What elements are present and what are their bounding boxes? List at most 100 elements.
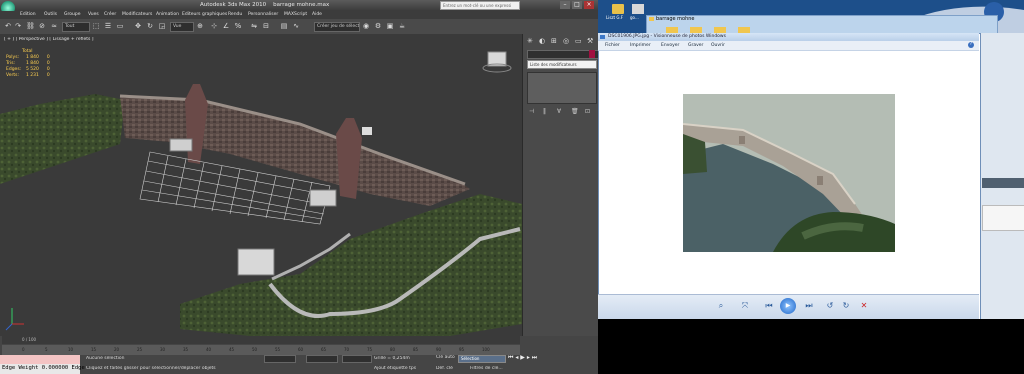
previous-photo-icon[interactable]: ⏮ <box>762 300 776 312</box>
menu-graver[interactable]: Graver <box>688 41 703 50</box>
selection-filter-dropdown[interactable]: Tout <box>62 22 90 32</box>
play-icon[interactable]: ▶ <box>520 354 525 361</box>
maxscript-output: Edge Weight 0.000000 Edge <box>2 365 85 371</box>
menu-fichier[interactable]: Fichier <box>605 41 620 50</box>
max-search-input[interactable]: Entrez un mot-clé ou une expressi <box>440 1 520 10</box>
actual-size-icon[interactable]: ⤧ <box>738 300 752 312</box>
configure-sets-icon[interactable]: ⊡ <box>585 108 590 115</box>
bind-space-warp-icon[interactable]: ≈ <box>50 22 58 30</box>
menu-modificateurs[interactable]: Modificateurs <box>122 11 152 19</box>
render-setup-icon[interactable]: ⚙ <box>374 22 382 30</box>
perspective-viewport[interactable]: [ + ] [ Perspective ] [ Lissage + reflet… <box>0 34 522 336</box>
make-unique-icon[interactable]: ∀ <box>557 108 561 115</box>
help-icon[interactable]: ? <box>968 42 974 48</box>
go-to-start-icon[interactable]: ⏮ <box>508 354 513 361</box>
material-editor-icon[interactable]: ◉ <box>362 22 370 30</box>
menu-aide[interactable]: Aide <box>312 11 322 19</box>
undo-icon[interactable]: ↶ <box>4 22 12 30</box>
photo-viewer-title: DSC01906.JPG.jpg - Visionneuse de photos… <box>608 34 726 39</box>
pin-stack-icon[interactable]: ⊣ <box>529 108 534 115</box>
track-bar[interactable]: 0 5 10 15 20 25 30 35 40 45 50 55 60 65 … <box>2 345 520 355</box>
next-photo-icon[interactable]: ⏭ <box>802 300 816 312</box>
reference-coord-dropdown[interactable]: Vue <box>170 22 194 32</box>
close-icon[interactable]: × <box>584 1 594 9</box>
key-selection-dropdown[interactable]: Sélection <box>458 355 506 363</box>
key-filters-button[interactable]: Filtres de clé... <box>470 366 503 371</box>
render-frame-icon[interactable]: ▣ <box>386 22 394 30</box>
menu-ouvrir[interactable]: Ouvrir <box>711 41 725 50</box>
grid-size-text: Grille = 0,254m <box>374 356 410 361</box>
rotate-left-icon[interactable]: ↺ <box>824 300 836 312</box>
time-slider[interactable]: 0 / 100 <box>2 336 520 344</box>
named-selection-dropdown[interactable]: Créer jeu de sélection <box>314 22 360 32</box>
minimize-icon[interactable]: – <box>560 1 570 9</box>
menu-maxscript[interactable]: MAXScript <box>284 11 307 19</box>
menu-creer[interactable]: Créer <box>104 11 116 19</box>
menu-edition[interactable]: Edition <box>20 11 36 19</box>
desktop-file-icon[interactable] <box>632 4 644 14</box>
max-file-name: barrage mohne.max <box>273 2 330 8</box>
object-color-swatch[interactable] <box>589 50 595 58</box>
next-frame-icon[interactable]: ▸ <box>527 354 530 361</box>
select-object-icon[interactable]: ⬚ <box>92 22 100 30</box>
coord-z-field[interactable] <box>342 355 372 363</box>
stats-row: Verts: 1 231 0 <box>6 73 50 79</box>
maxscript-listener[interactable]: Edge Weight 0.000000 Edge <box>0 355 85 374</box>
desktop-icon-label: Liszt G.F <box>606 15 624 20</box>
background-panel <box>982 205 1024 231</box>
menu-animation[interactable]: Animation <box>156 11 179 19</box>
go-to-end-icon[interactable]: ⏭ <box>532 354 537 361</box>
show-end-result-icon[interactable]: ‖ <box>543 108 546 115</box>
ruler-tick-label: 10 <box>68 347 74 352</box>
curve-editor-icon[interactable]: ∿ <box>292 22 300 30</box>
move-icon[interactable]: ✥ <box>134 22 142 30</box>
unlink-icon[interactable]: ⊘ <box>38 22 46 30</box>
rotate-icon[interactable]: ↻ <box>146 22 154 30</box>
slideshow-play-icon[interactable]: ▶ <box>780 298 796 314</box>
modifier-stack[interactable] <box>527 72 597 104</box>
link-icon[interactable]: ⛓ <box>26 22 35 30</box>
menu-rendu[interactable]: Rendu <box>228 11 242 19</box>
menu-outils[interactable]: Outils <box>44 11 57 19</box>
menu-imprimer[interactable]: Imprimer <box>630 41 651 50</box>
layer-manager-icon[interactable]: ▤ <box>280 22 288 30</box>
display-tab-icon[interactable]: ▭ <box>575 37 582 45</box>
rotate-right-icon[interactable]: ↻ <box>840 300 852 312</box>
zoom-icon[interactable]: ⌕ <box>714 300 728 312</box>
snap-icon[interactable]: ⊹ <box>210 22 218 30</box>
create-tab-icon[interactable]: ✳ <box>527 37 533 45</box>
hierarchy-tab-icon[interactable]: ⊞ <box>551 37 557 45</box>
modify-tab-icon[interactable]: ◐ <box>539 37 545 45</box>
add-time-tag-button[interactable]: Ajout étiquette tps <box>374 366 416 371</box>
align-icon[interactable]: ⊟ <box>262 22 270 30</box>
menu-groupe[interactable]: Groupe <box>64 11 80 19</box>
viewport-label[interactable]: [ + ] [ Perspective ] [ Lissage + reflet… <box>4 37 94 42</box>
select-by-name-icon[interactable]: ☰ <box>104 22 112 30</box>
coord-x-field[interactable] <box>264 355 296 363</box>
delete-icon[interactable]: ✕ <box>858 300 870 312</box>
menu-vues[interactable]: Vues <box>88 11 99 19</box>
set-key-button[interactable]: Déf. clé <box>436 366 453 371</box>
maxscript-input[interactable] <box>0 355 80 364</box>
motion-tab-icon[interactable]: ◎ <box>563 37 569 45</box>
utilities-tab-icon[interactable]: ⚒ <box>587 37 593 45</box>
redo-icon[interactable]: ↷ <box>14 22 22 30</box>
menu-personnaliser[interactable]: Personnaliser <box>248 11 278 19</box>
pivot-icon[interactable]: ⊕ <box>196 22 204 30</box>
menu-editeurs-graphiques[interactable]: Editeurs graphiques <box>182 11 227 19</box>
coord-y-field[interactable] <box>306 355 338 363</box>
rectangular-selection-icon[interactable]: ▭ <box>116 22 124 30</box>
auto-key-button[interactable]: Clé auto <box>436 355 455 360</box>
percent-snap-icon[interactable]: % <box>234 22 242 30</box>
remove-modifier-icon[interactable]: 🗑 <box>571 108 579 115</box>
render-teapot-icon[interactable]: ☕ <box>398 22 406 30</box>
angle-snap-icon[interactable]: ∠ <box>222 22 230 30</box>
mirror-icon[interactable]: ⇋ <box>250 22 258 30</box>
previous-frame-icon[interactable]: ◂ <box>515 354 518 361</box>
ruler-tick-label: 5 <box>45 347 48 352</box>
modifier-list-dropdown[interactable]: Liste des modificateurs <box>527 60 597 69</box>
desktop-folder-icon[interactable] <box>612 4 624 14</box>
menu-envoyer[interactable]: Envoyer <box>661 41 679 50</box>
maximize-icon[interactable]: □ <box>572 1 582 9</box>
scale-icon[interactable]: ◲ <box>158 22 166 30</box>
